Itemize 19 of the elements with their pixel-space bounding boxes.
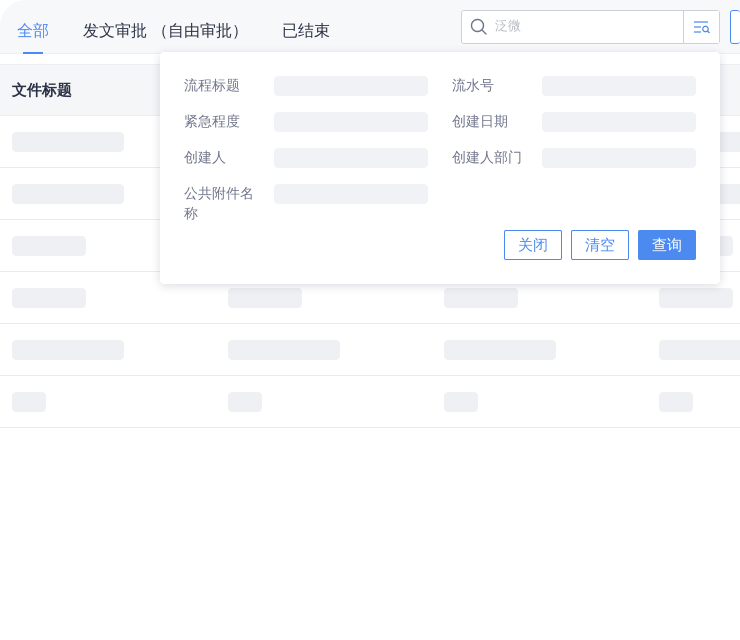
search-bar[interactable]: 泛微 bbox=[461, 10, 720, 44]
tab[interactable]: 已结束 bbox=[282, 0, 330, 54]
field-label: 紧急程度 bbox=[184, 113, 241, 132]
field-label: 流水号 bbox=[452, 77, 495, 96]
field-label: 创建人部门 bbox=[452, 149, 523, 168]
secondary-button[interactable]: 清空 bbox=[571, 230, 629, 260]
secondary-button[interactable]: 关闭 bbox=[504, 230, 562, 260]
field-label: 公共附件名称 bbox=[184, 185, 255, 224]
tab[interactable]: 全部 bbox=[17, 0, 49, 54]
tab[interactable]: 发文审批 （自由审批） bbox=[83, 0, 248, 54]
search-icon bbox=[470, 18, 488, 36]
field-label: 创建日期 bbox=[452, 113, 509, 132]
filter-search-icon bbox=[692, 20, 710, 34]
column-header: 文件标题 bbox=[12, 80, 72, 101]
field-label: 创建人 bbox=[184, 149, 227, 168]
field-label: 流程标题 bbox=[184, 77, 241, 96]
filter-button[interactable] bbox=[683, 11, 719, 43]
toolbar-button[interactable] bbox=[730, 10, 740, 44]
query-button[interactable]: 查询 bbox=[638, 230, 696, 260]
